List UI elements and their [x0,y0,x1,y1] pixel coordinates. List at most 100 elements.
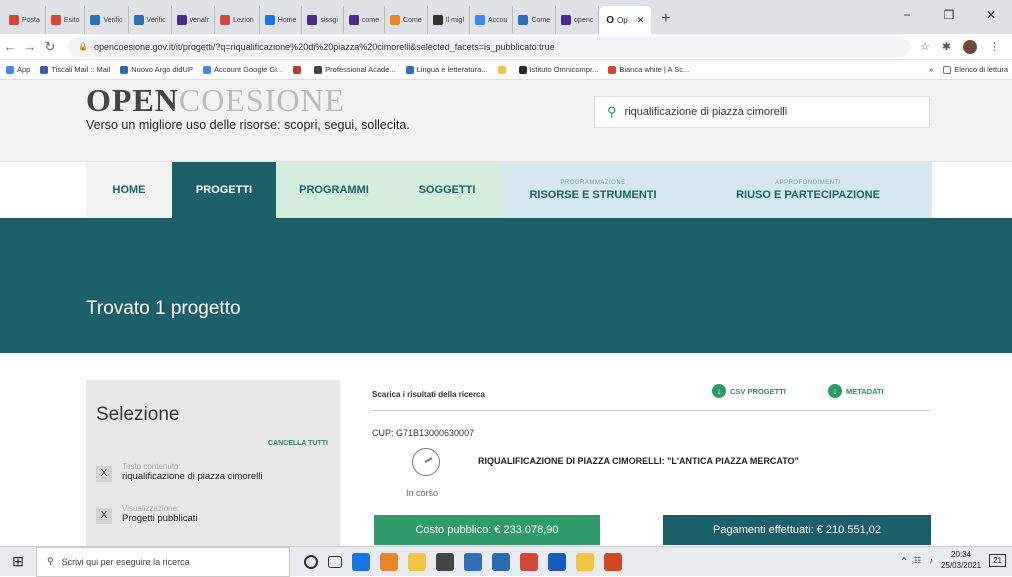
search-icon[interactable]: ⚲ [607,104,617,120]
remove-filter-button[interactable]: X [96,466,112,482]
remove-filter-button[interactable]: X [96,508,112,524]
clock[interactable]: 20:34 25/03/2021 [941,549,981,571]
avatar[interactable] [963,39,978,54]
close-tab-icon[interactable]: ✕ [637,15,645,26]
reading-list-button[interactable]: Elenco di lettura [943,65,1008,74]
back-icon[interactable]: ← [0,39,20,54]
star-icon[interactable]: ☆ [920,40,930,53]
browser-tab[interactable]: openc [556,6,600,34]
tray-chevron-icon[interactable]: ^ [902,556,906,565]
menu-item-risorse-e-strumenti[interactable]: PROGRAMMAZIONE RISORSE E STRUMENTI [502,162,684,218]
browser-tab[interactable]: sissgi [302,6,344,34]
windows-start-icon[interactable]: ⊞ [0,553,36,570]
menu-item-progetti[interactable]: PROGETTI [172,162,276,218]
windows-taskbar: ⊞ ⚲ Scrivi qui per eseguire la ricerca ^… [0,546,1012,577]
browser-tab[interactable]: Home [260,6,303,34]
bookmark-favicon-icon [497,65,506,74]
bookmark-item[interactable]: Account Google Gi... [202,65,283,74]
browser-tab[interactable]: Come [385,6,428,34]
new-tab-button[interactable]: + [651,6,680,34]
selection-title: Selezione [96,404,180,425]
taskbar-app-icon[interactable] [436,552,454,571]
taskbar-app-icon[interactable] [576,552,594,571]
csv-download-link[interactable]: ↓ CSV PROGETTI [712,384,786,398]
browser-tab[interactable]: Accou [470,6,514,34]
web-page: OPENCOESIONE Verso un migliore uso delle… [0,80,1012,546]
browser-tab[interactable]: Come [513,6,557,34]
browser-tab[interactable]: Posta [4,6,46,34]
menu-item-label: PROGETTI [195,184,253,196]
volume-icon[interactable]: ♪ [929,556,933,565]
tab-favicon-icon [264,15,275,25]
browser-tab[interactable]: Esito [46,6,86,34]
project-title-link[interactable]: RIQUALIFICAZIONE DI PIAZZA CIMORELLI: "L… [478,456,799,466]
active-tab[interactable]: O Op ✕ [599,6,652,34]
filter-item: X Testo contenuto: riqualificazione di p… [96,462,262,482]
maximize-button[interactable]: ❐ [928,0,970,30]
taskbar-app-icon[interactable] [408,552,426,571]
bookmark-item[interactable] [497,65,509,74]
tab-favicon-icon [176,15,187,25]
task-view-icon[interactable] [328,555,342,568]
filter-label: Visualizzazione: [122,504,180,513]
extensions-icon[interactable]: ✱ [942,40,951,53]
browser-tab[interactable]: venafr [172,6,216,34]
bookmark-item[interactable]: Tiscali Mail :: Mail [40,65,110,74]
taskbar-app-icon[interactable] [520,552,538,571]
menu-item-programmi[interactable]: PROGRAMMI [276,162,392,218]
minimize-button[interactable]: − [886,0,928,30]
tab-label: Come [531,16,551,24]
reload-icon[interactable]: ↻ [40,39,60,55]
csv-label: CSV PROGETTI [730,386,786,396]
logo-bold: OPEN [86,82,179,118]
tab-label: venafr [189,16,210,24]
bookmark-favicon-icon [314,65,323,74]
url-field[interactable]: 🔒 opencoesione.gov.it/it/progetti/?q=riq… [68,36,910,57]
cancel-all-link[interactable]: CANCELLA TUTTI [268,440,328,447]
lock-icon: 🔒 [78,42,88,51]
close-window-button[interactable]: ✕ [970,0,1012,30]
bookmark-label: App [17,65,31,74]
tab-favicon-icon [133,15,144,25]
browser-tab[interactable]: come [344,6,386,34]
bookmark-item[interactable]: Nuovo Argo didUP [120,65,193,74]
menu-item-soggetti[interactable]: SOGGETTI [392,162,502,218]
site-logo[interactable]: OPENCOESIONE [86,82,345,119]
search-input[interactable]: ⚲ riqualificazione di piazza cimorelli [594,96,930,128]
menu-item-home[interactable]: HOME [86,162,172,218]
kebab-menu-icon[interactable]: ⋮ [989,40,1000,53]
bookmark-favicon-icon [40,65,49,74]
taskbar-app-icon[interactable] [492,552,510,571]
bookmark-item[interactable]: Lingua e letteratura... [405,65,488,74]
menu-item-label: HOME [112,184,146,196]
bookmark-item[interactable] [293,65,304,74]
bookmark-item[interactable]: Professional Acade... [314,65,396,74]
notification-icon[interactable]: 21 [989,553,1006,567]
taskbar-search-input[interactable]: ⚲ Scrivi qui per eseguire la ricerca [36,546,290,577]
taskbar-app-icon[interactable] [352,552,370,571]
bookmark-item[interactable]: App [6,65,30,74]
menu-item-sublabel: PROGRAMMAZIONE [560,179,626,186]
menu-item-riuso-e-partecipazione[interactable]: APPROFONDIMENTI RIUSO E PARTECIPAZIONE [684,162,932,218]
taskbar-app-icon[interactable] [380,552,398,571]
browser-tab[interactable]: Verific [85,6,129,34]
cortana-icon[interactable] [304,554,318,569]
tab-label: come [361,16,380,24]
payments-badge: Pagamenti effettuati: € 210.551,02 [663,515,931,545]
taskbar-app-icon[interactable] [604,552,622,571]
browser-tab[interactable]: Il migl [428,6,470,34]
taskbar-app-icon[interactable] [464,552,482,571]
project-status: In corso [406,488,439,498]
bookmark-item[interactable]: Istituto Omnicompr... [518,65,598,74]
tab-label: Accou [488,16,508,24]
page-title: Trovato 1 progetto [86,298,241,319]
taskbar-app-icon[interactable] [548,552,566,571]
metadata-download-link[interactable]: ↓ METADATI [828,384,884,398]
network-icon[interactable]: ☷ [914,556,921,565]
bookmarks-more-icon[interactable]: » [929,65,933,74]
browser-tab[interactable]: Lezion [215,6,260,34]
browser-tab[interactable]: Verific [129,6,172,34]
forward-icon[interactable]: → [20,39,40,54]
filter-value: Progetti pubblicati [122,513,198,524]
bookmark-item[interactable]: Bianca white | A Sc... [608,65,689,74]
